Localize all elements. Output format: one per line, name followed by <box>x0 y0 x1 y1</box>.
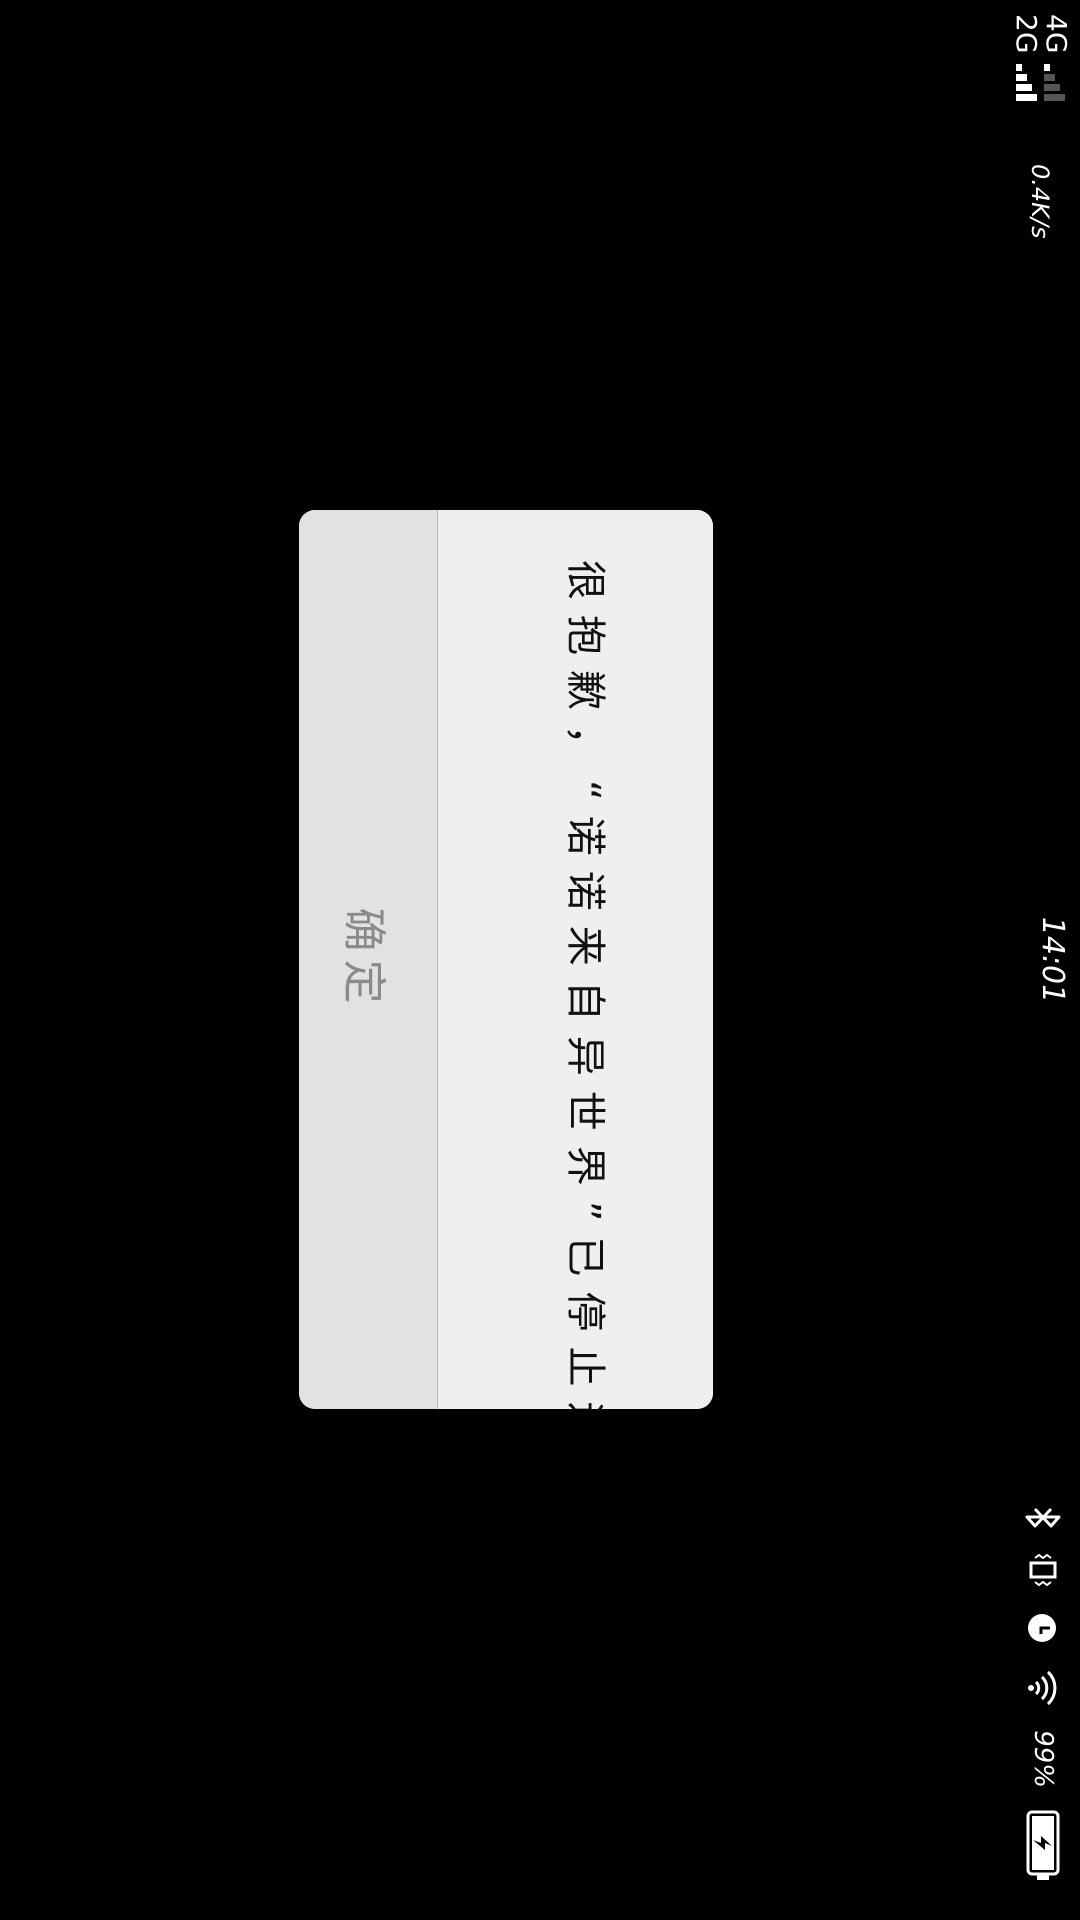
battery-charging-icon <box>1025 1810 1061 1882</box>
status-bar-left: 4G 2G 0.4K/s <box>1010 14 1073 239</box>
app-stopped-dialog: 很抱歉，“诺诺来自异世界”已停止运行。 确定 <box>299 510 713 1409</box>
screen: 4G 2G 0.4K/s 14:01 99% 很抱歉，“诺诺来自异世界”已停止运… <box>0 0 1080 1920</box>
vibrate-icon <box>1025 1552 1061 1588</box>
dialog-message-area: 很抱歉，“诺诺来自异世界”已停止运行。 <box>437 510 713 1409</box>
network-type-primary: 4G <box>1040 14 1073 54</box>
confirm-button-label: 确定 <box>338 907 389 1012</box>
network-speed: 0.4K/s <box>1026 164 1054 239</box>
status-bar-right: 99% <box>1012 1506 1074 1882</box>
status-bar: 4G 2G 0.4K/s 14:01 99% <box>1008 0 1080 1920</box>
battery-percent: 99% <box>1028 1730 1058 1788</box>
dialog-message: 很抱歉，“诺诺来自异世界”已停止运行。 <box>562 560 608 1409</box>
signal-bars-secondary-icon <box>1016 64 1040 101</box>
bluetooth-icon <box>1025 1506 1061 1530</box>
confirm-button[interactable]: 确定 <box>299 510 437 1409</box>
alarm-icon <box>1025 1610 1061 1646</box>
network-type-secondary: 2G <box>1010 14 1043 54</box>
wifi-icon <box>1026 1668 1060 1708</box>
signal-indicators: 4G 2G <box>1010 14 1073 124</box>
rotated-content: 4G 2G 0.4K/s 14:01 99% 很抱歉，“诺诺来自异世界”已停止运… <box>0 0 1080 1920</box>
signal-bars-primary-icon <box>1044 64 1068 101</box>
